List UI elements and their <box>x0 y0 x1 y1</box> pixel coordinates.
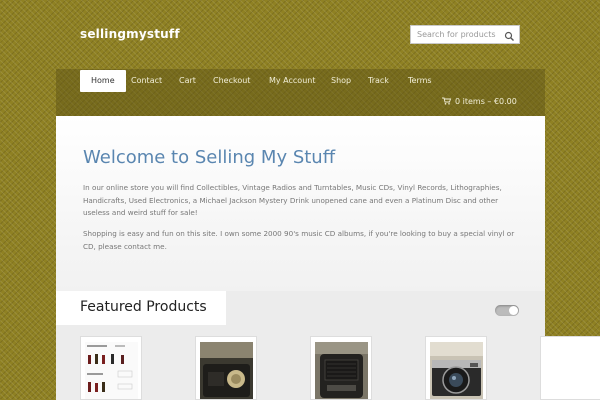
product-card[interactable] <box>540 336 600 400</box>
search-icon[interactable] <box>503 28 516 41</box>
welcome-panel: Welcome to Selling My Stuff In our onlin… <box>56 116 545 291</box>
product-thumbnail-vintage-radio <box>200 342 253 399</box>
main-navigation: Home Contact Cart Checkout My Account Sh… <box>56 69 545 116</box>
search-box <box>410 25 520 44</box>
intro-paragraph: In our online store you will find Collec… <box>83 183 502 218</box>
product-thumbnail-camera <box>430 342 483 399</box>
search-input[interactable] <box>411 26 505 43</box>
product-card[interactable] <box>310 336 372 400</box>
nav-item-track[interactable]: Track <box>368 70 389 92</box>
product-card[interactable] <box>425 336 487 400</box>
product-card[interactable] <box>80 336 142 400</box>
nav-item-cart[interactable]: Cart <box>179 70 196 92</box>
featured-products-title: Featured Products <box>80 299 207 315</box>
featured-products-section: Featured Products <box>56 291 600 400</box>
product-card[interactable] <box>195 336 257 400</box>
shopping-paragraph: Shopping is easy and fun on this site. I… <box>83 229 515 251</box>
nav-item-my-account[interactable]: My Account <box>269 70 315 92</box>
product-thumbnail-radio <box>315 342 368 399</box>
cart-summary-text: 0 items – €0.00 <box>455 97 517 106</box>
nav-item-contact[interactable]: Contact <box>131 70 162 92</box>
nav-item-home[interactable]: Home <box>80 70 126 92</box>
page-title: Welcome to Selling My Stuff <box>83 147 336 168</box>
nav-item-checkout[interactable]: Checkout <box>213 70 250 92</box>
nav-item-terms[interactable]: Terms <box>408 70 432 92</box>
site-title[interactable]: sellingmystuff <box>80 27 180 41</box>
carousel-toggle[interactable] <box>495 305 519 316</box>
featured-products-tab: Featured Products <box>56 291 226 325</box>
product-thumbnail-wine-labels <box>85 342 138 399</box>
cart-icon <box>442 97 452 105</box>
cart-summary-link[interactable]: 0 items – €0.00 <box>442 97 517 106</box>
nav-item-shop[interactable]: Shop <box>331 70 351 92</box>
